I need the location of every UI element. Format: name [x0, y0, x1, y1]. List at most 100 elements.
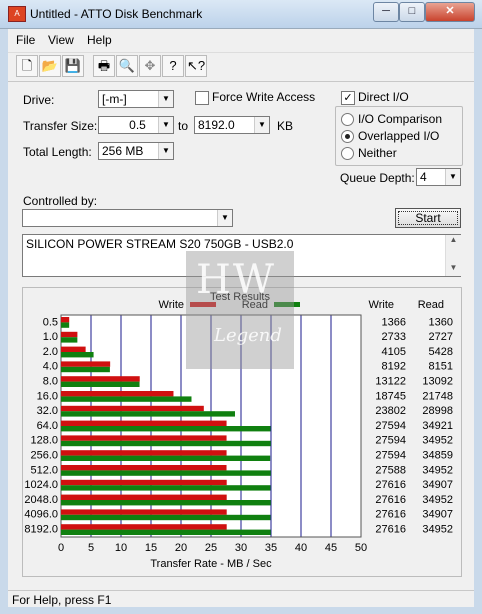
- description-text: SILICON POWER STREAM S20 750GB - USB2.0: [26, 237, 294, 251]
- read-value-label: 34952: [422, 524, 453, 536]
- status-text: For Help, press F1: [12, 593, 112, 607]
- total-length-select[interactable]: 256 MB ▼: [98, 142, 174, 160]
- y-tick-label: 64.0: [37, 420, 58, 432]
- read-value-label: 21748: [422, 390, 453, 402]
- menu-view[interactable]: View: [48, 33, 74, 47]
- write-bar: [61, 420, 227, 426]
- read-bar: [61, 470, 271, 476]
- x-tick-label: 40: [295, 542, 307, 554]
- chevron-down-icon: ▼: [254, 117, 269, 133]
- open-icon[interactable]: 📂: [39, 55, 61, 77]
- x-tick-label: 10: [115, 542, 127, 554]
- neither-radio[interactable]: [341, 147, 354, 160]
- chevron-down-icon: ▼: [217, 210, 232, 226]
- scroll-down-icon[interactable]: ▼: [446, 263, 461, 272]
- x-tick-label: 25: [205, 542, 217, 554]
- write-value-label: 27594: [375, 435, 406, 447]
- x-tick-label: 50: [355, 542, 367, 554]
- read-bar: [61, 366, 110, 373]
- read-bar: [61, 529, 271, 535]
- io-comparison-radio[interactable]: [341, 113, 354, 126]
- read-bar: [61, 337, 78, 343]
- y-tick-label: 4.0: [43, 361, 58, 373]
- neither-label: Neither: [358, 146, 397, 160]
- maximize-button[interactable]: □: [399, 2, 425, 22]
- write-value-label: 18745: [375, 390, 406, 402]
- menu-file[interactable]: File: [16, 33, 35, 47]
- x-tick-label: 20: [175, 542, 187, 554]
- write-value-label: 2733: [382, 331, 406, 343]
- menu-help[interactable]: Help: [87, 33, 112, 47]
- y-tick-label: 16.0: [37, 390, 58, 402]
- chevron-down-icon: ▼: [445, 169, 460, 185]
- write-value-label: 27616: [375, 524, 406, 536]
- write-bar: [61, 317, 70, 323]
- scroll-up-icon[interactable]: ▲: [446, 235, 461, 244]
- drive-select[interactable]: [-m-] ▼: [98, 90, 174, 108]
- direct-io-label: Direct I/O: [358, 90, 409, 104]
- transfer-size-label: Transfer Size:: [23, 119, 98, 133]
- read-bar: [61, 426, 271, 432]
- write-bar: [61, 494, 227, 500]
- read-value-label: 2727: [429, 331, 453, 343]
- status-bar: For Help, press F1: [8, 590, 474, 609]
- description-scrollbar[interactable]: ▲ ▼: [445, 235, 461, 276]
- x-tick-label: 35: [265, 542, 277, 554]
- y-tick-label: 128.0: [30, 435, 58, 447]
- transfer-size-to-select[interactable]: 8192.0 ▼: [194, 116, 270, 134]
- force-write-checkbox[interactable]: [195, 91, 209, 105]
- queue-depth-select[interactable]: 4 ▼: [416, 168, 461, 186]
- read-value-label: 28998: [422, 405, 453, 417]
- new-icon[interactable]: 🗋: [16, 55, 38, 77]
- atto-app-icon: A: [8, 6, 26, 22]
- y-tick-label: 2048.0: [24, 494, 58, 506]
- y-tick-label: 0.5: [43, 316, 58, 328]
- write-bar: [61, 479, 227, 486]
- to-label: to: [178, 119, 189, 133]
- write-value-label: 27616: [375, 509, 406, 521]
- write-bar: [61, 331, 78, 338]
- read-value-label: 8151: [429, 361, 453, 373]
- y-tick-label: 32.0: [37, 405, 58, 417]
- close-button[interactable]: ✕: [425, 2, 475, 22]
- read-value-label: 34907: [422, 479, 453, 491]
- transfer-size-from-select[interactable]: 0.5 ▼: [98, 116, 174, 134]
- overlapped-io-label: Overlapped I/O: [358, 129, 440, 143]
- start-button[interactable]: Start: [395, 208, 461, 228]
- print-icon[interactable]: 🖶: [93, 55, 115, 77]
- print-preview-icon[interactable]: 🔍: [116, 55, 138, 77]
- write-bar: [61, 361, 111, 367]
- minimize-button[interactable]: ─: [373, 2, 399, 22]
- read-bar: [61, 396, 192, 402]
- total-length-label: Total Length:: [23, 145, 92, 159]
- read-bar: [61, 411, 235, 417]
- transfer-size-from-value: 0.5: [129, 118, 146, 132]
- write-bar: [61, 465, 227, 471]
- y-tick-label: 4096.0: [24, 509, 58, 521]
- y-tick-label: 512.0: [30, 464, 58, 476]
- write-bar: [61, 391, 174, 397]
- write-bar: [61, 450, 227, 456]
- save-icon[interactable]: 💾: [62, 55, 84, 77]
- write-bar: [61, 524, 227, 530]
- drive-value: [-m-]: [102, 92, 127, 106]
- help-icon[interactable]: ?: [162, 55, 184, 77]
- window-title: Untitled - ATTO Disk Benchmark: [30, 7, 203, 21]
- read-value-label: 13092: [422, 376, 453, 388]
- direct-io-checkbox[interactable]: ✓: [341, 91, 355, 105]
- context-help-icon[interactable]: ↖?: [185, 55, 207, 77]
- write-bar: [61, 509, 227, 515]
- read-value-label: 34952: [422, 435, 453, 447]
- move-icon[interactable]: ✥: [139, 55, 161, 77]
- read-bar: [61, 381, 140, 387]
- x-tick-label: 15: [145, 542, 157, 554]
- x-tick-label: 30: [235, 542, 247, 554]
- write-bar: [61, 405, 204, 412]
- y-tick-label: 8192.0: [24, 524, 58, 536]
- x-axis-label: Transfer Rate - MB / Sec: [150, 558, 272, 570]
- force-write-label: Force Write Access: [212, 90, 316, 104]
- controlled-by-select[interactable]: ▼: [22, 209, 233, 227]
- chevron-down-icon: ▼: [158, 91, 173, 107]
- write-value-label: 8192: [382, 361, 406, 373]
- overlapped-io-radio[interactable]: [341, 130, 354, 143]
